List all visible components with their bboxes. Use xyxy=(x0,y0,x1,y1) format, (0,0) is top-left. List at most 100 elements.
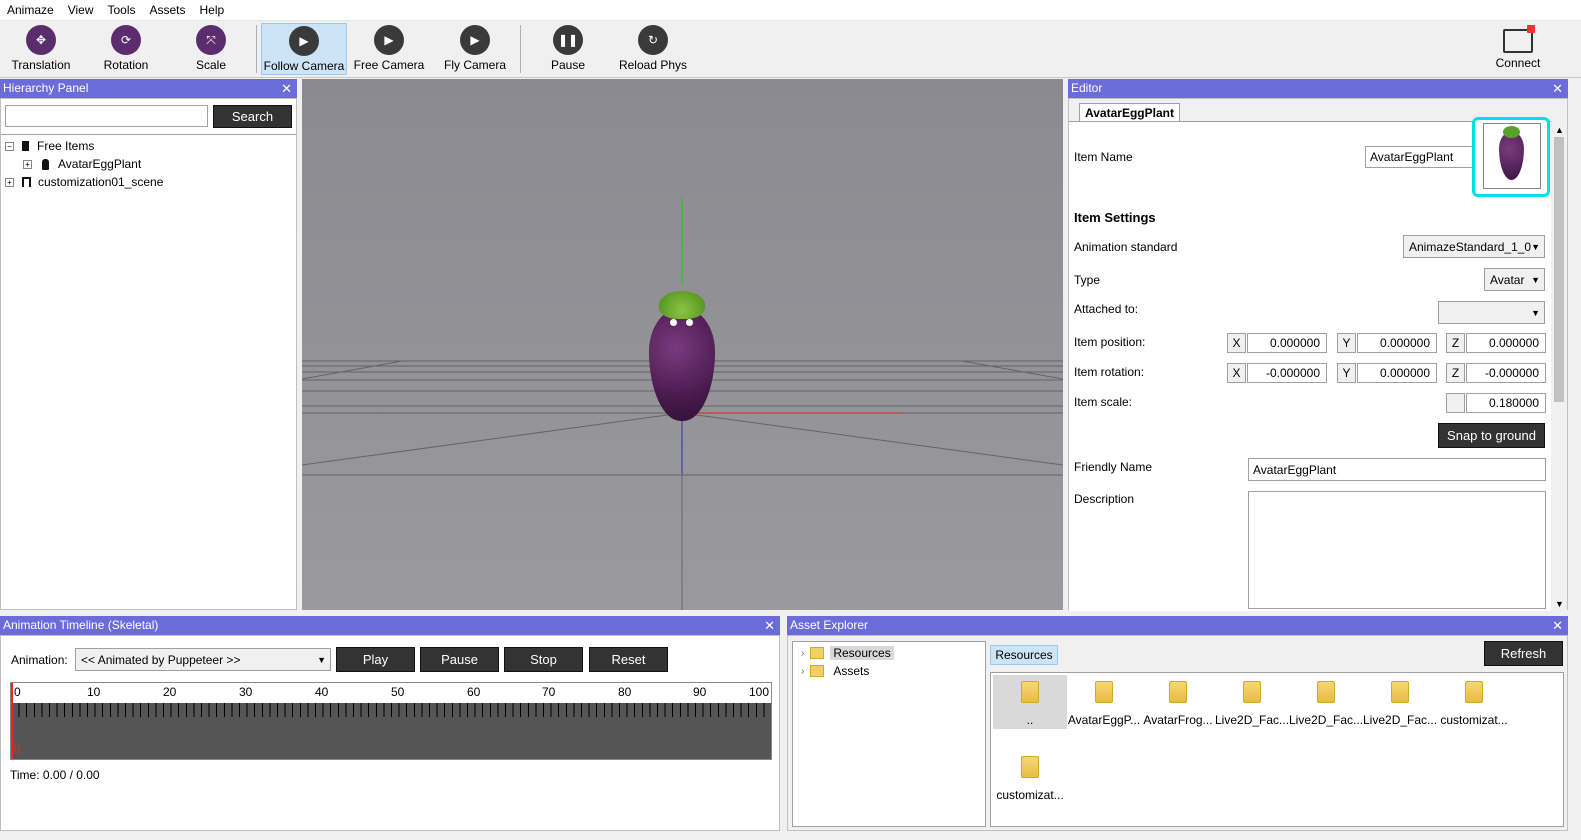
free-camera-button[interactable]: ▶ Free Camera xyxy=(350,23,428,75)
play-button[interactable]: Play xyxy=(336,647,415,672)
hierarchy-search-input[interactable] xyxy=(5,105,208,127)
translation-button[interactable]: ✥ Translation xyxy=(8,23,74,75)
menu-view[interactable]: View xyxy=(61,0,101,21)
hierarchy-panel-title: Hierarchy Panel ✕ xyxy=(0,79,297,98)
search-button[interactable]: Search xyxy=(213,105,292,128)
folder-item[interactable]: AvatarFrog... xyxy=(1141,675,1215,729)
editor-scrollbar[interactable]: ▲ ▼ xyxy=(1551,121,1567,611)
tick-label: 30 xyxy=(239,685,253,699)
snap-to-ground-button[interactable]: Snap to ground xyxy=(1438,423,1545,448)
position-x-field[interactable]: 0.000000 xyxy=(1247,333,1327,353)
eggplant-avatar[interactable] xyxy=(647,291,717,421)
position-z-field[interactable]: 0.000000 xyxy=(1466,333,1546,353)
expand-icon[interactable]: + xyxy=(23,159,32,169)
attached-to-label: Attached to: xyxy=(1074,302,1139,316)
timeline-track[interactable]: 0 10 20 30 40 50 60 70 80 90 100 0 xyxy=(10,682,772,760)
description-field[interactable] xyxy=(1248,491,1546,609)
follow-camera-button[interactable]: ▶ Follow Camera xyxy=(261,23,347,75)
rotation-button[interactable]: ⟳ Rotation xyxy=(93,23,159,75)
playhead-label: 0 xyxy=(14,744,21,756)
item-name-label: Item Name xyxy=(1074,150,1133,164)
folder-icon xyxy=(810,665,825,677)
folder-icon xyxy=(1021,681,1039,703)
chevron-right-icon[interactable]: › xyxy=(801,666,804,677)
expand-icon[interactable]: + xyxy=(5,177,14,187)
tick-label: 70 xyxy=(542,685,556,699)
scale-field[interactable]: 0.180000 xyxy=(1466,393,1546,413)
menu-animaze[interactable]: Animaze xyxy=(0,0,61,21)
rotation-z-field[interactable]: -0.000000 xyxy=(1466,363,1546,383)
stop-button[interactable]: Stop xyxy=(504,647,583,672)
breadcrumb-resources[interactable]: Resources xyxy=(990,645,1058,665)
refresh-button[interactable]: Refresh xyxy=(1484,641,1563,666)
close-icon[interactable]: ✕ xyxy=(281,79,292,98)
rotation-x-field[interactable]: -0.000000 xyxy=(1247,363,1327,383)
node-icon xyxy=(22,141,29,151)
reload-phys-button[interactable]: ↻ Reload Phys xyxy=(614,23,692,75)
time-readout: Time: 0.00 / 0.00 xyxy=(10,768,100,782)
folder-item[interactable]: Live2D_Fac... xyxy=(1289,675,1363,729)
folder-item[interactable]: AvatarEggP... xyxy=(1067,675,1141,729)
item-position-label: Item position: xyxy=(1074,335,1146,349)
tree-item-free-items[interactable]: − Free Items xyxy=(5,139,285,153)
folder-item[interactable]: Live2D_Fac... xyxy=(1215,675,1289,729)
collapse-icon[interactable]: − xyxy=(5,141,14,151)
toolbar: ✥ Translation ⟳ Rotation ⤧ Scale ▶ Follo… xyxy=(0,21,1581,78)
position-y-field[interactable]: 0.000000 xyxy=(1357,333,1437,353)
translate-arrows-icon: ✥ xyxy=(26,25,56,55)
chevron-right-icon[interactable]: › xyxy=(801,648,804,659)
scale-button[interactable]: ⤧ Scale xyxy=(178,23,244,75)
attached-to-select[interactable]: ▼ xyxy=(1438,301,1545,324)
rotate-icon: ⟳ xyxy=(111,25,141,55)
pause-button[interactable]: ❚❚ Pause xyxy=(536,23,600,75)
folder-item-parent[interactable]: .. xyxy=(993,675,1067,729)
camera-icon: ▶ xyxy=(374,25,404,55)
timeline-panel-title: Animation Timeline (Skeletal) ✕ xyxy=(0,616,780,635)
pause-icon: ❚❚ xyxy=(553,25,583,55)
folder-icon xyxy=(1391,681,1409,703)
folder-item[interactable]: Live2D_Fac... xyxy=(1363,675,1437,729)
folder-icon xyxy=(1169,681,1187,703)
type-select[interactable]: Avatar ▼ xyxy=(1484,268,1545,291)
avatar-thumbnail[interactable] xyxy=(1472,117,1550,197)
friendly-name-field[interactable]: AvatarEggPlant xyxy=(1248,458,1546,481)
rotation-y-label: Y xyxy=(1337,363,1356,383)
description-label: Description xyxy=(1074,492,1135,506)
tree-item-assets[interactable]: › Assets xyxy=(801,664,872,678)
close-icon[interactable]: ✕ xyxy=(1552,616,1563,635)
reset-button[interactable]: Reset xyxy=(589,647,668,672)
rotation-y-field[interactable]: 0.000000 xyxy=(1357,363,1437,383)
animation-standard-select[interactable]: AnimazeStandard_1_0 ▼ xyxy=(1403,235,1545,258)
folder-item[interactable]: customizat... xyxy=(1437,675,1511,729)
person-icon xyxy=(42,158,49,170)
tree-item-resources[interactable]: › Resources xyxy=(801,646,894,660)
menu-tools[interactable]: Tools xyxy=(100,0,142,21)
asset-tree: › Resources › Assets xyxy=(792,641,986,827)
asset-explorer-title: Asset Explorer ✕ xyxy=(787,616,1568,635)
tick-label: 80 xyxy=(618,685,632,699)
item-name-field[interactable]: AvatarEggPlant xyxy=(1365,146,1475,168)
editor-panel-title: Editor ✕ xyxy=(1068,79,1568,98)
connect-button[interactable]: Connect xyxy=(1490,23,1546,75)
playhead[interactable] xyxy=(11,683,13,759)
animation-select[interactable]: << Animated by Puppeteer >> ▼ xyxy=(75,648,331,671)
timeline-pause-button[interactable]: Pause xyxy=(420,647,499,672)
timeline-panel: Animation: << Animated by Puppeteer >> ▼ … xyxy=(0,635,780,831)
folder-icon xyxy=(1317,681,1335,703)
tab-avatar-eggplant[interactable]: AvatarEggPlant xyxy=(1079,103,1180,122)
animation-label: Animation: xyxy=(11,653,68,667)
fly-camera-button[interactable]: ▶ Fly Camera xyxy=(436,23,514,75)
position-y-label: Y xyxy=(1337,333,1356,353)
close-icon[interactable]: ✕ xyxy=(1552,79,1563,98)
tree-item-avatar-eggplant[interactable]: + AvatarEggPlant xyxy=(23,157,283,171)
menu-assets[interactable]: Assets xyxy=(143,0,193,21)
asset-explorer-panel: › Resources › Assets Resources Refresh .… xyxy=(787,635,1568,831)
close-icon[interactable]: ✕ xyxy=(764,616,775,635)
folder-item[interactable]: customizat... xyxy=(993,750,1067,804)
rotation-z-label: Z xyxy=(1446,363,1465,383)
3d-viewport[interactable] xyxy=(302,79,1063,610)
tick-label: 90 xyxy=(693,685,707,699)
tree-item-customization-scene[interactable]: + customization01_scene xyxy=(5,175,285,189)
animation-standard-label: Animation standard xyxy=(1074,240,1178,254)
menu-help[interactable]: Help xyxy=(193,0,232,21)
